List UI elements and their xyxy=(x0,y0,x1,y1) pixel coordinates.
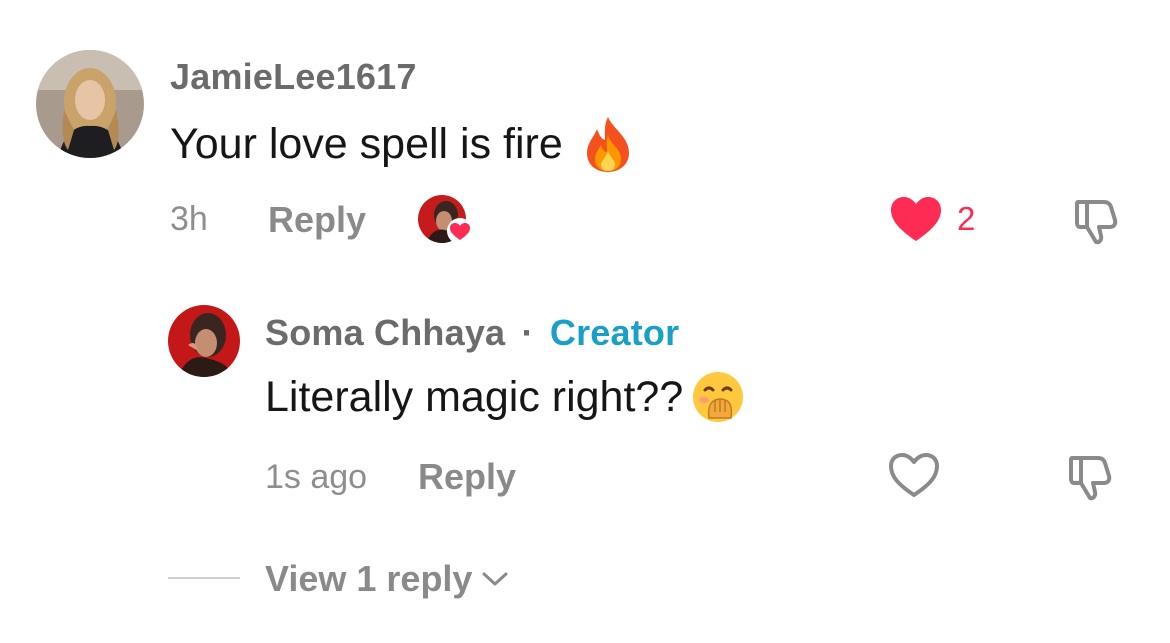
reply-avatar[interactable] xyxy=(168,305,240,377)
creator-badge: Creator xyxy=(549,312,680,353)
reply-timestamp: 1s ago xyxy=(265,458,368,496)
reply-header: Soma Chhaya · Creator xyxy=(265,312,679,354)
heart-filled-icon xyxy=(890,196,942,242)
view-replies-label: View 1 reply xyxy=(265,558,473,599)
thumbs-down-icon xyxy=(1066,452,1116,502)
reply-username[interactable]: Soma Chhaya xyxy=(265,312,505,353)
reply-body: Literally magic right?? xyxy=(265,370,745,424)
comment-dislike-button[interactable] xyxy=(1072,196,1122,246)
commenter-username[interactable]: JamieLee1617 xyxy=(170,56,417,98)
reply-reply-button[interactable]: Reply xyxy=(418,456,516,498)
comment-like-count: 2 xyxy=(957,200,976,237)
separator-dot: · xyxy=(521,312,534,353)
reply-like-button[interactable] xyxy=(888,452,940,498)
comment-body: Your love spell is fire xyxy=(170,115,633,173)
comment-like-button[interactable]: 2 xyxy=(890,196,975,242)
view-replies-button[interactable]: View 1 reply xyxy=(265,558,508,600)
heart-outline-icon xyxy=(888,452,940,498)
chevron-down-icon xyxy=(482,571,508,587)
view-replies-divider xyxy=(168,577,240,579)
creator-liked-avatar-icon xyxy=(418,195,474,247)
fire-emoji-icon xyxy=(583,115,633,173)
reply-text: Literally magic right?? xyxy=(265,372,684,421)
thumbs-down-icon xyxy=(1072,196,1122,246)
commenter-avatar[interactable] xyxy=(36,50,144,158)
hand-over-mouth-emoji-icon xyxy=(691,370,745,424)
comment-text: Your love spell is fire xyxy=(170,119,563,168)
comment-reply-button[interactable]: Reply xyxy=(268,199,366,241)
reply-dislike-button[interactable] xyxy=(1066,452,1116,502)
comment-timestamp: 3h xyxy=(170,200,208,238)
